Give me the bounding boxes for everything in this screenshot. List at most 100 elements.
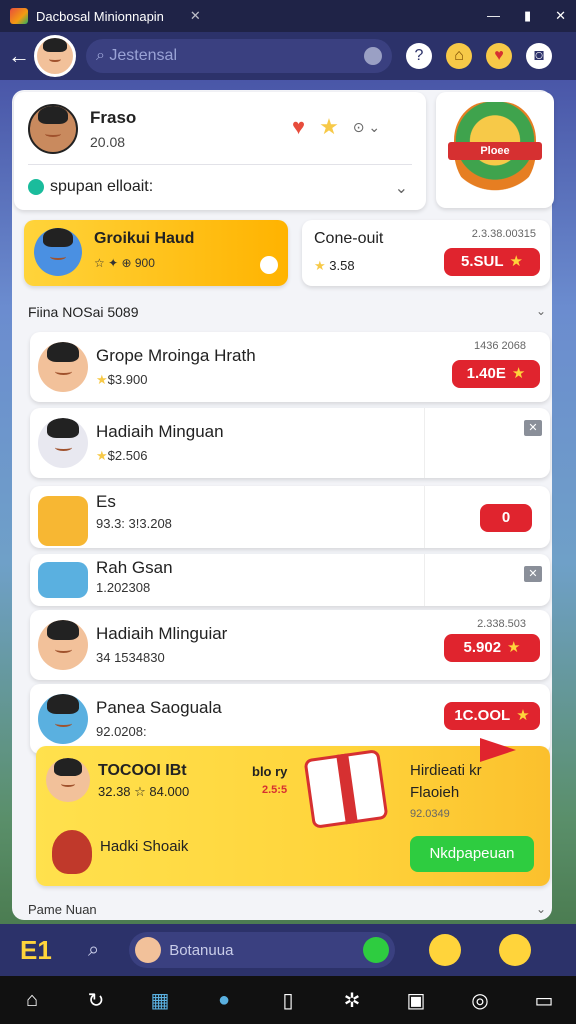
star-icon: ★ xyxy=(509,253,523,270)
list-item[interactable]: Es 93.3: 3!3.208 0 xyxy=(30,486,550,548)
message-avatar xyxy=(135,937,162,963)
feature-bottom-text: Hadki Shoaik xyxy=(100,838,189,855)
row-title: Grope Mroinga Hrath xyxy=(96,346,256,365)
help-icon[interactable]: ? xyxy=(406,43,432,69)
row-avatar xyxy=(38,342,88,392)
row-button[interactable]: 5.902 ★ xyxy=(444,634,540,662)
row-button[interactable]: 1C.OOL ★ xyxy=(444,702,540,730)
badge-card[interactable]: Ploee xyxy=(436,92,554,208)
feature-mid-label: blo ry xyxy=(252,764,288,779)
status-icon xyxy=(28,179,44,195)
row-sub: 34 1534830 xyxy=(96,650,165,665)
promo-sub-value: 3.58 xyxy=(329,258,355,273)
feature-right-sub: Flaoieh xyxy=(410,784,460,801)
profile-avatar[interactable] xyxy=(28,104,78,154)
divider xyxy=(424,408,425,478)
chevron-down-icon[interactable]: ⌄ xyxy=(536,902,546,916)
book-icon[interactable]: ▯ xyxy=(272,988,304,1013)
profile-name: Fraso xyxy=(90,108,137,127)
heart-icon[interactable]: ♥ xyxy=(292,114,305,140)
close-icon[interactable]: ✕ xyxy=(524,420,542,436)
row-title: Panea Saoguala xyxy=(96,698,222,717)
search-input[interactable]: ⌕ Jestensal xyxy=(86,39,392,73)
home-icon[interactable]: ⌂ xyxy=(446,43,472,69)
footer-section-title: Pame Nuan xyxy=(28,902,97,917)
close-icon[interactable]: ✕ xyxy=(524,566,542,582)
badge-ribbon: Ploee xyxy=(448,142,542,160)
profile-points: 20.08 xyxy=(90,134,126,150)
list-item[interactable]: Grope Mroinga Hrath ★$3.900 1436 2068 1.… xyxy=(30,332,550,402)
window-title: Dacbosal Minionnapin xyxy=(36,8,164,24)
list-item[interactable]: Rah Gsan 1.202308 ✕ xyxy=(30,554,550,606)
message-placeholder: Botanuua xyxy=(169,941,234,959)
list-item[interactable]: Hadiaih Minguan ★$2.506 ✕ xyxy=(30,408,550,478)
user-avatar[interactable] xyxy=(34,35,76,77)
promo-card-white[interactable]: Cone-ouit ★ 3.58 2.3.38.00315 5.SUL ★ xyxy=(302,220,550,286)
row-button[interactable]: 0 xyxy=(480,504,532,532)
camera-icon[interactable]: ◙ xyxy=(526,43,552,69)
close-tab-icon[interactable]: ✕ xyxy=(190,8,201,24)
search-icon[interactable]: ⌕ xyxy=(88,939,99,962)
back-arrow-icon[interactable]: ← xyxy=(8,43,30,69)
mascot-icon xyxy=(52,830,92,874)
search-clear-icon[interactable] xyxy=(364,47,382,65)
app-logo[interactable]: E1 xyxy=(20,935,68,966)
row-sub: ★$3.900 xyxy=(96,372,148,387)
image-icon[interactable]: ▣ xyxy=(400,988,432,1013)
search-badge-icon[interactable] xyxy=(429,934,462,966)
star-icon[interactable]: ★ xyxy=(319,114,339,140)
row-button-label: 1.40E xyxy=(466,365,506,382)
toggle-knob[interactable] xyxy=(260,256,278,274)
feature-action-button[interactable]: Nkdpapeuan xyxy=(410,836,534,872)
screen-icon[interactable]: ▭ xyxy=(528,988,560,1013)
compass-icon[interactable]: ◎ xyxy=(464,988,496,1013)
heart-icon[interactable]: ♥ xyxy=(486,43,512,69)
promo-sub: ★ 3.58 xyxy=(314,258,355,274)
feature-mid-value: 2.5:5 xyxy=(262,784,288,796)
refresh-icon[interactable]: ↻ xyxy=(80,988,112,1013)
close-window-icon[interactable]: ✕ xyxy=(555,8,566,24)
send-icon[interactable] xyxy=(363,937,390,963)
row-sub: 1.202308 xyxy=(96,580,151,595)
promo-button[interactable]: 5.SUL ★ xyxy=(444,248,540,276)
row-sub: 92.0208: xyxy=(96,724,147,739)
promo-card-yellow[interactable]: Groikui Haud ☆ ✦ ⊕ 900 xyxy=(24,220,288,286)
status-row[interactable]: spupan elloait: xyxy=(28,178,153,196)
gear-icon[interactable]: ✲ xyxy=(336,988,368,1013)
emoji-icon[interactable] xyxy=(499,934,532,966)
row-avatar xyxy=(38,496,88,546)
promo-avatar xyxy=(34,228,82,276)
dropdown-chevron-icon[interactable]: ⊙ ⌄ xyxy=(353,119,380,136)
list-item[interactable]: Panea Saoguala 92.0208: 1C.OOL ★ xyxy=(30,684,550,754)
row-sub: ★$2.506 xyxy=(96,448,148,463)
chevron-down-icon[interactable]: ⌄ xyxy=(395,178,408,198)
row-title: Hadiaih Minguan xyxy=(96,422,224,441)
row-avatar xyxy=(38,694,88,744)
top-bar: ← ⌕ Jestensal ? ⌂ ♥ ◙ xyxy=(0,32,576,80)
profile-card: Fraso 20.08 ♥ ★ ⊙ ⌄ spupan elloait: ⌄ xyxy=(14,92,426,210)
divider xyxy=(424,554,425,606)
minimize-icon[interactable]: — xyxy=(487,8,500,24)
row-sub-value: $3.900 xyxy=(107,372,148,387)
row-title: Rah Gsan xyxy=(96,558,173,577)
promo-button-label: 5.SUL xyxy=(461,253,504,270)
row-button[interactable]: 1.40E ★ xyxy=(452,360,540,388)
search-icon: ⌕ xyxy=(96,47,110,64)
battery-icon: ▮ xyxy=(523,8,532,23)
feature-card[interactable]: TOCOOI IBt 32.38 ☆ 84.000 blo ry 2.5:5 H… xyxy=(36,746,550,886)
message-input[interactable]: Botanuua xyxy=(129,932,396,968)
divider xyxy=(424,486,425,548)
promo-title: Groikui Haud xyxy=(94,230,195,247)
chevron-down-icon[interactable]: ⌄ xyxy=(536,304,546,318)
list-item[interactable]: Hadiaih Mlinguiar 34 1534830 2.338.503 5… xyxy=(30,610,550,680)
location-icon[interactable]: ● xyxy=(208,989,240,1012)
promo-title: Cone-ouit xyxy=(314,230,384,247)
row-button-label: 5.902 xyxy=(463,639,502,656)
row-button-label: 1C.OOL xyxy=(454,707,511,724)
row-sub-value: $2.506 xyxy=(107,448,148,463)
row-avatar xyxy=(38,418,88,468)
apps-icon[interactable]: ▦ xyxy=(144,988,176,1013)
row-sub: 93.3: 3!3.208 xyxy=(96,516,172,531)
home-icon[interactable]: ⌂ xyxy=(16,989,48,1012)
divider xyxy=(28,164,412,165)
